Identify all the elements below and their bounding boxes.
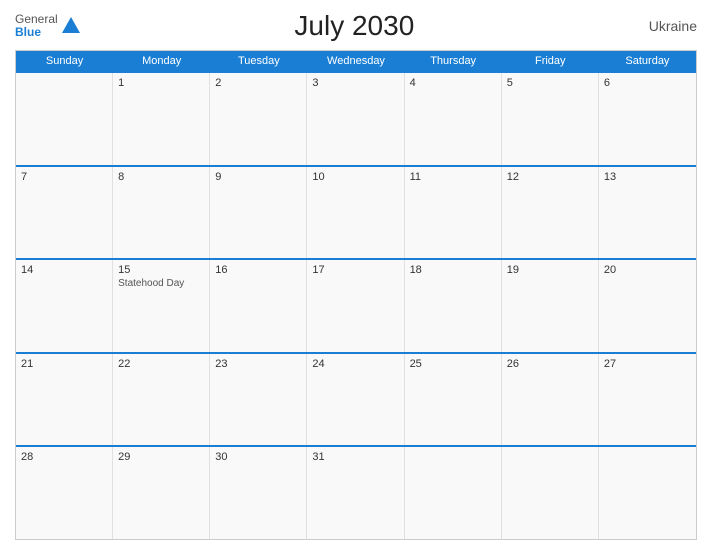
day-cell: 15 Statehood Day [113,260,210,352]
day-number: 24 [312,358,398,370]
day-cell: 12 [502,167,599,259]
day-cell: 24 [307,354,404,446]
day-number: 20 [604,264,691,276]
event-label: Statehood Day [118,278,204,289]
logo-blue: Blue [15,26,58,39]
day-number: 4 [410,77,496,89]
day-number: 3 [312,77,398,89]
day-number: 12 [507,171,593,183]
day-number: 17 [312,264,398,276]
day-number: 23 [215,358,301,370]
day-cell: 5 [502,73,599,165]
day-cell: 10 [307,167,404,259]
week-row-2: 14 15 Statehood Day 16 17 18 19 20 [16,258,696,352]
day-number: 15 [118,264,204,276]
day-number: 26 [507,358,593,370]
day-cell: 16 [210,260,307,352]
day-cell: 14 [16,260,113,352]
day-cell: 3 [307,73,404,165]
day-header-friday: Friday [502,51,599,71]
day-header-saturday: Saturday [599,51,696,71]
day-header-wednesday: Wednesday [307,51,404,71]
day-number: 22 [118,358,204,370]
day-header-thursday: Thursday [405,51,502,71]
week-row-4: 28 29 30 31 [16,445,696,539]
day-number: 16 [215,264,301,276]
day-cell: 9 [210,167,307,259]
day-cell: 4 [405,73,502,165]
logo-text: General Blue [15,13,58,39]
day-number: 29 [118,451,204,463]
day-number: 6 [604,77,691,89]
day-header-sunday: Sunday [16,51,113,71]
day-cell: 1 [113,73,210,165]
day-cell: 28 [16,447,113,539]
day-number: 1 [118,77,204,89]
page-title: July 2030 [82,10,627,42]
logo-icon [60,15,82,37]
day-number: 11 [410,171,496,183]
day-cell: 30 [210,447,307,539]
day-cell [405,447,502,539]
day-number: 27 [604,358,691,370]
day-cell [16,73,113,165]
calendar: SundayMondayTuesdayWednesdayThursdayFrid… [15,50,697,540]
week-row-1: 789 10 11 12 13 [16,165,696,259]
day-number: 21 [21,358,107,370]
day-cell: 13 [599,167,696,259]
day-cell: 31 [307,447,404,539]
day-header-tuesday: Tuesday [210,51,307,71]
day-cell: 27 [599,354,696,446]
day-header-monday: Monday [113,51,210,71]
day-number: 8 [118,171,204,183]
day-cell: 19 [502,260,599,352]
day-cell: 7 [16,167,113,259]
country-label: Ukraine [627,18,697,34]
day-number: 19 [507,264,593,276]
day-cell: 18 [405,260,502,352]
day-number: 18 [410,264,496,276]
day-cell: 22 [113,354,210,446]
day-number: 13 [604,171,691,183]
day-number: 30 [215,451,301,463]
day-headers: SundayMondayTuesdayWednesdayThursdayFrid… [16,51,696,71]
day-cell: 21 [16,354,113,446]
day-cell: 29 [113,447,210,539]
day-cell: 26 [502,354,599,446]
header: General Blue July 2030 Ukraine [15,10,697,42]
day-number: 14 [21,264,107,276]
day-cell: 2 [210,73,307,165]
weeks: 123456789101112131415Statehood Day161718… [16,71,696,539]
page: General Blue July 2030 Ukraine SundayMon… [0,0,712,550]
logo: General Blue [15,13,82,39]
day-cell: 25 [405,354,502,446]
week-row-0: 123456 [16,71,696,165]
day-number: 31 [312,451,398,463]
day-number: 5 [507,77,593,89]
day-cell: 6 [599,73,696,165]
day-cell [599,447,696,539]
day-number: 28 [21,451,107,463]
day-cell: 8 [113,167,210,259]
week-row-3: 21 22 23 24 25 26 27 [16,352,696,446]
day-number: 7 [21,171,107,183]
day-cell: 17 [307,260,404,352]
day-number: 9 [215,171,301,183]
day-cell [502,447,599,539]
day-cell: 23 [210,354,307,446]
day-cell: 20 [599,260,696,352]
day-number: 2 [215,77,301,89]
day-number: 25 [410,358,496,370]
day-cell: 11 [405,167,502,259]
day-number: 10 [312,171,398,183]
